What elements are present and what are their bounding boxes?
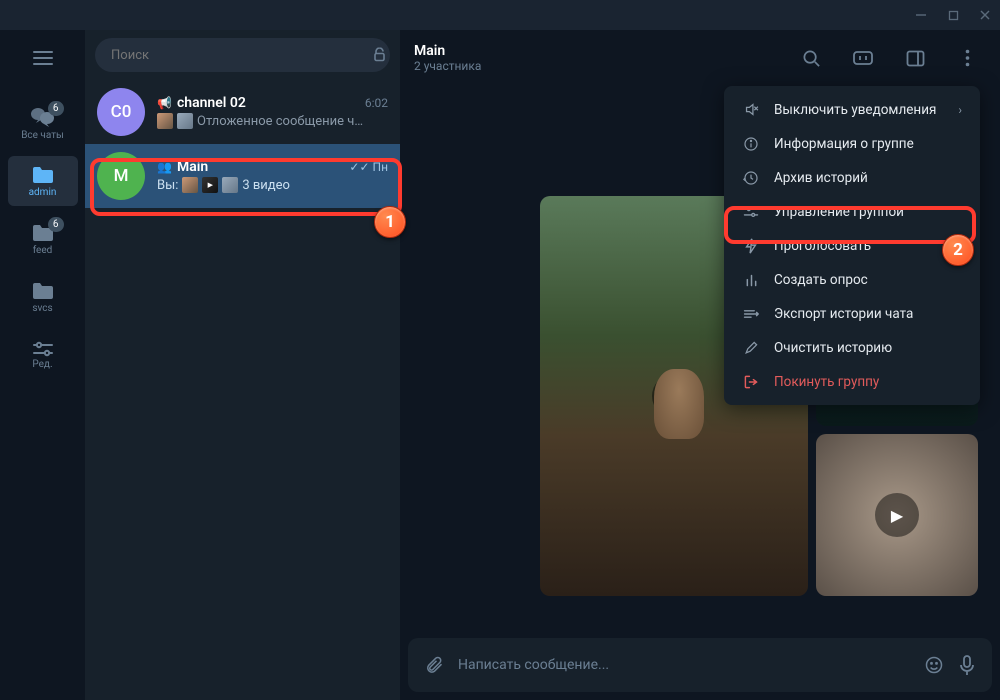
menu-mute[interactable]: Выключить уведомления ›	[724, 92, 980, 127]
menu-label: Выключить уведомления	[774, 102, 936, 118]
annotation-badge-2: 2	[942, 234, 974, 266]
brush-icon	[742, 340, 760, 356]
sound-off-icon	[742, 101, 760, 118]
leave-icon	[742, 374, 760, 390]
folder-icon	[31, 281, 55, 301]
chat-time: 6:02	[365, 96, 388, 110]
read-icon: ✓✓	[349, 160, 369, 174]
voice-button[interactable]	[958, 654, 976, 676]
menu-poll[interactable]: Создать опрос	[724, 263, 980, 297]
menu-clear[interactable]: Очистить историю	[724, 331, 980, 365]
rail-feed[interactable]: feed 6	[8, 214, 78, 264]
group-icon: 👥	[157, 160, 172, 174]
attach-button[interactable]	[424, 655, 444, 675]
search-in-chat-button[interactable]	[792, 39, 830, 77]
menu-label: Информация о группе	[774, 136, 914, 152]
rail-label: feed	[33, 245, 53, 256]
menu-label: Проголосовать	[774, 238, 871, 254]
sliders-icon	[742, 205, 760, 219]
rail-edit[interactable]: Ред.	[8, 330, 78, 380]
menu-label: Управление группой	[774, 204, 904, 220]
titlebar	[0, 0, 1000, 30]
menu-leave[interactable]: Покинуть группу	[724, 365, 980, 399]
menu-archive[interactable]: Архив историй	[724, 161, 980, 195]
lock-icon[interactable]	[373, 48, 386, 63]
archive-icon	[742, 170, 760, 186]
chat-time: Пн	[373, 160, 388, 174]
rail-badge: 6	[48, 217, 64, 232]
search-input[interactable]	[95, 38, 390, 72]
thumb-icon	[222, 177, 238, 193]
minimize-button[interactable]	[914, 8, 928, 22]
videochat-button[interactable]	[844, 39, 882, 77]
chat-name: Main	[177, 159, 208, 175]
thumb-icon	[202, 177, 218, 193]
header-subtitle: 2 участника	[414, 59, 778, 73]
menu-info[interactable]: Информация о группе	[724, 127, 980, 161]
header-title-block[interactable]: Main 2 участника	[414, 43, 778, 73]
chat-header: Main 2 участника	[400, 30, 1000, 86]
chat-item-channel02[interactable]: C0 📢 channel 02 6:02 Отложенное сообщение…	[85, 80, 400, 144]
rail-svcs[interactable]: svcs	[8, 272, 78, 322]
header-title: Main	[414, 43, 778, 59]
emoji-button[interactable]	[924, 655, 944, 675]
sliders-icon	[32, 341, 54, 357]
compose-input[interactable]: Написать сообщение...	[458, 657, 910, 673]
chat-name: channel 02	[177, 95, 246, 111]
chat-list: C0 📢 channel 02 6:02 Отложенное сообщение…	[85, 30, 400, 700]
folder-icon	[31, 165, 55, 185]
chat-item-main[interactable]: M 👥 Main ✓✓ Пн Вы: 3 видео	[85, 144, 400, 208]
avatar: C0	[97, 88, 145, 136]
info-icon	[742, 136, 760, 152]
menu-button[interactable]	[23, 38, 63, 78]
menu-label: Очистить историю	[774, 340, 892, 356]
rail-label: Ред.	[32, 359, 52, 370]
thumb-icon	[177, 113, 193, 129]
thumb-icon	[157, 113, 173, 129]
chat-preview: Отложенное сообщение ч…	[197, 114, 363, 129]
folder-rail: Все чаты 6 admin feed 6 svcs Ред	[0, 30, 85, 700]
thumb-icon	[182, 177, 198, 193]
close-button[interactable]	[978, 8, 992, 22]
sidebar-toggle-button[interactable]	[896, 39, 934, 77]
rail-label: Все чаты	[21, 130, 64, 141]
rail-label: admin	[29, 187, 57, 198]
rail-badge: 6	[48, 101, 64, 116]
menu-label: Архив историй	[774, 170, 868, 186]
chevron-right-icon: ›	[958, 103, 962, 117]
rail-all-chats[interactable]: Все чаты 6	[8, 98, 78, 148]
rail-admin[interactable]: admin	[8, 156, 78, 206]
more-button[interactable]	[948, 39, 986, 77]
export-icon	[742, 307, 760, 321]
video-thumbnail[interactable]: ▶	[816, 434, 978, 596]
rail-label: svcs	[32, 303, 52, 314]
chat-preview-prefix: Вы:	[157, 178, 178, 193]
annotation-badge-1: 1	[374, 206, 406, 238]
compose-bar: Написать сообщение...	[408, 638, 992, 692]
megaphone-icon: 📢	[157, 96, 172, 110]
chat-preview: 3 видео	[242, 178, 290, 193]
menu-label: Создать опрос	[774, 272, 868, 288]
menu-export[interactable]: Экспорт истории чата	[724, 297, 980, 331]
maximize-button[interactable]	[946, 8, 960, 22]
bolt-icon	[742, 238, 760, 254]
menu-manage-group[interactable]: Управление группой	[724, 195, 980, 229]
avatar: M	[97, 152, 145, 200]
poll-icon	[742, 273, 760, 288]
play-icon: ▶	[875, 493, 919, 537]
menu-label: Покинуть группу	[774, 374, 879, 390]
menu-label: Экспорт истории чата	[774, 306, 913, 322]
